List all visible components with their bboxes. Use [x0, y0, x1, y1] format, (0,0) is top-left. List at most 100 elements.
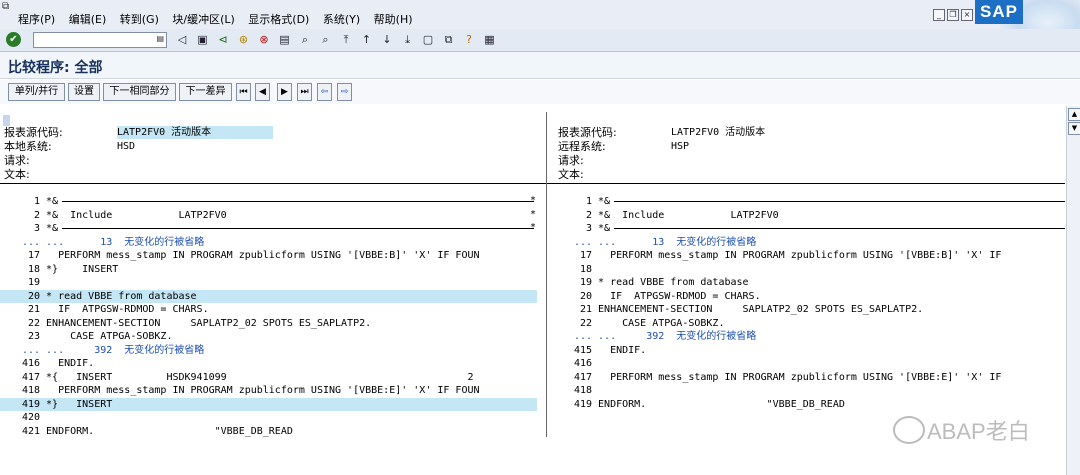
- line-number: 416: [573, 358, 592, 369]
- next-icon[interactable]: ▶: [277, 83, 292, 101]
- header-row: 报表源代码: LATP2FV0 活动版本: [558, 126, 766, 139]
- line-text: *&: [46, 223, 59, 234]
- close-icon[interactable]: ×: [961, 9, 973, 21]
- code-line: 22 ENHANCEMENT-SECTION SAPLATP2_02 SPOTS…: [0, 317, 537, 331]
- print-icon[interactable]: ▤: [278, 33, 292, 46]
- previous-icon[interactable]: ◀: [255, 83, 270, 101]
- enter-icon[interactable]: ✔: [6, 32, 21, 47]
- cursor-marker: [3, 115, 10, 126]
- line-number: 418: [573, 385, 592, 396]
- minimize-icon[interactable]: _: [933, 9, 945, 21]
- prev-page-icon[interactable]: ↑: [360, 33, 374, 46]
- comment-star: *: [530, 209, 537, 220]
- arrow-right-icon[interactable]: ⇨: [337, 83, 352, 101]
- line-number: ...: [573, 331, 592, 342]
- scroll-down-icon[interactable]: ▼: [1068, 122, 1080, 135]
- command-history-icon[interactable]: ▤: [156, 34, 164, 43]
- line-number: 20: [27, 290, 40, 302]
- line-text: *&: [46, 196, 59, 207]
- first-page-icon[interactable]: ⤒: [339, 33, 353, 47]
- line-text: * read VBBE from database: [46, 290, 197, 302]
- line-number: 1: [585, 196, 592, 207]
- line-text: ENDFORM. "VBBE_DB_READ: [46, 425, 293, 437]
- title-bar: 比较程序: 全部: [0, 52, 1080, 79]
- menu-edit[interactable]: 编辑(E): [69, 13, 107, 26]
- command-field[interactable]: ▤: [33, 32, 167, 48]
- line-text: ENDIF.: [598, 344, 647, 356]
- line-text: * read VBBE from database: [598, 277, 749, 288]
- menu-help[interactable]: 帮助(H): [374, 13, 413, 26]
- comment-rule: [614, 201, 1065, 202]
- last-page-icon[interactable]: ⤓: [401, 33, 415, 47]
- find-icon[interactable]: ⌕: [298, 33, 312, 47]
- menu-system[interactable]: 系统(Y): [323, 13, 360, 26]
- line-number: 2: [585, 209, 592, 221]
- find-next-icon[interactable]: ⌕: [319, 33, 333, 47]
- line-number: 21: [27, 304, 40, 315]
- first-icon[interactable]: ⏮: [236, 83, 251, 101]
- back-icon[interactable]: ⊲: [216, 33, 230, 46]
- line-text: *& Include LATP2FV0: [46, 209, 227, 221]
- vertical-scrollbar[interactable]: ▲ ▼: [1066, 106, 1080, 475]
- line-text: ... 392 无变化的行被省略: [598, 331, 757, 342]
- line-text: *} INSERT: [46, 263, 119, 275]
- line-text: PERFORM mess_stamp IN PROGRAM zpublicfor…: [598, 250, 1002, 261]
- code-line: 421 ENDFORM. "VBBE_DB_READ: [0, 425, 537, 439]
- application-toolbar: 单列/并行 设置 下一相同部分 下一差异 ⏮ ◀ ▶ ⏭ ⇦ ⇨: [0, 80, 1080, 104]
- line-text: ENHANCEMENT-SECTION SAPLATP2_02 SPOTS ES…: [598, 304, 924, 315]
- line-number: 17: [27, 250, 40, 261]
- code-line: 417 *{ INSERT HSDK941099 2: [0, 371, 537, 385]
- restore-icon[interactable]: ❐: [947, 9, 959, 21]
- line-text: PERFORM mess_stamp IN PROGRAM zpublicfor…: [46, 385, 480, 396]
- line-number: 17: [579, 250, 592, 261]
- menu-program[interactable]: 程序(P): [18, 13, 55, 26]
- page-title: 比较程序: 全部: [8, 60, 103, 76]
- code-line: ... ... 13 无变化的行被省略: [552, 236, 1062, 250]
- header-row: 报表源代码: LATP2FV0 活动版本: [4, 126, 544, 139]
- next-identical-button[interactable]: 下一相同部分: [103, 83, 176, 101]
- header-row: 远程系统: HSP: [558, 140, 690, 153]
- arrow-left-icon[interactable]: ⇦: [317, 83, 332, 101]
- code-line: ... ... 392 无变化的行被省略: [0, 344, 537, 358]
- settings-button[interactable]: 设置: [68, 83, 100, 101]
- line-text: IF ATPGSW-RDMOD = CHARS.: [46, 304, 209, 315]
- line-text: ... 13 无变化的行被省略: [46, 236, 205, 248]
- next-page-icon[interactable]: ↓: [380, 33, 394, 46]
- system-menu-icon[interactable]: ⧉: [2, 1, 16, 13]
- code-line: 18 *} INSERT: [0, 263, 537, 277]
- layout-icon[interactable]: ▦: [483, 33, 497, 46]
- menu-display-format[interactable]: 显示格式(D): [248, 13, 309, 26]
- wechat-icon: [893, 416, 925, 444]
- line-text: PERFORM mess_stamp IN PROGRAM zpublicfor…: [46, 250, 480, 261]
- line-number: 18: [579, 263, 592, 275]
- next-difference-button[interactable]: 下一差异: [179, 83, 232, 101]
- line-text: *} INSERT: [46, 398, 113, 410]
- line-text: IF ATPGSW-RDMOD = CHARS.: [598, 290, 761, 302]
- line-number: 1: [33, 196, 40, 207]
- line-number: 417: [21, 371, 40, 383]
- menu-block-buffer[interactable]: 块/缓冲区(L): [172, 13, 234, 26]
- split-view-button[interactable]: 单列/并行: [8, 83, 65, 101]
- line-number: 3: [33, 223, 40, 234]
- header-row: 请求:: [558, 154, 584, 167]
- scroll-up-icon[interactable]: ▲: [1068, 108, 1080, 121]
- line-number: 3: [585, 223, 592, 234]
- code-line: 18: [552, 263, 1062, 277]
- line-number: 19: [27, 277, 40, 288]
- exit-icon[interactable]: ⊛: [237, 33, 251, 46]
- collapse-icon[interactable]: ◁: [175, 33, 189, 46]
- menu-goto[interactable]: 转到(G): [120, 13, 159, 26]
- pane-divider: [546, 112, 547, 437]
- line-text: ... 13 无变化的行被省略: [598, 236, 757, 248]
- last-icon[interactable]: ⏭: [297, 83, 312, 101]
- code-line: 418: [552, 384, 1062, 398]
- shortcut-icon[interactable]: ⧉: [442, 33, 456, 47]
- cancel-icon[interactable]: ⊗: [257, 33, 271, 46]
- line-text: *& Include LATP2FV0: [598, 209, 779, 221]
- help-icon[interactable]: ?: [462, 33, 476, 46]
- line-text: *&: [598, 223, 611, 234]
- line-number: ...: [21, 344, 40, 356]
- new-session-icon[interactable]: ▢: [421, 33, 435, 46]
- save-icon[interactable]: ▣: [196, 33, 210, 46]
- comment-rule: [62, 201, 534, 202]
